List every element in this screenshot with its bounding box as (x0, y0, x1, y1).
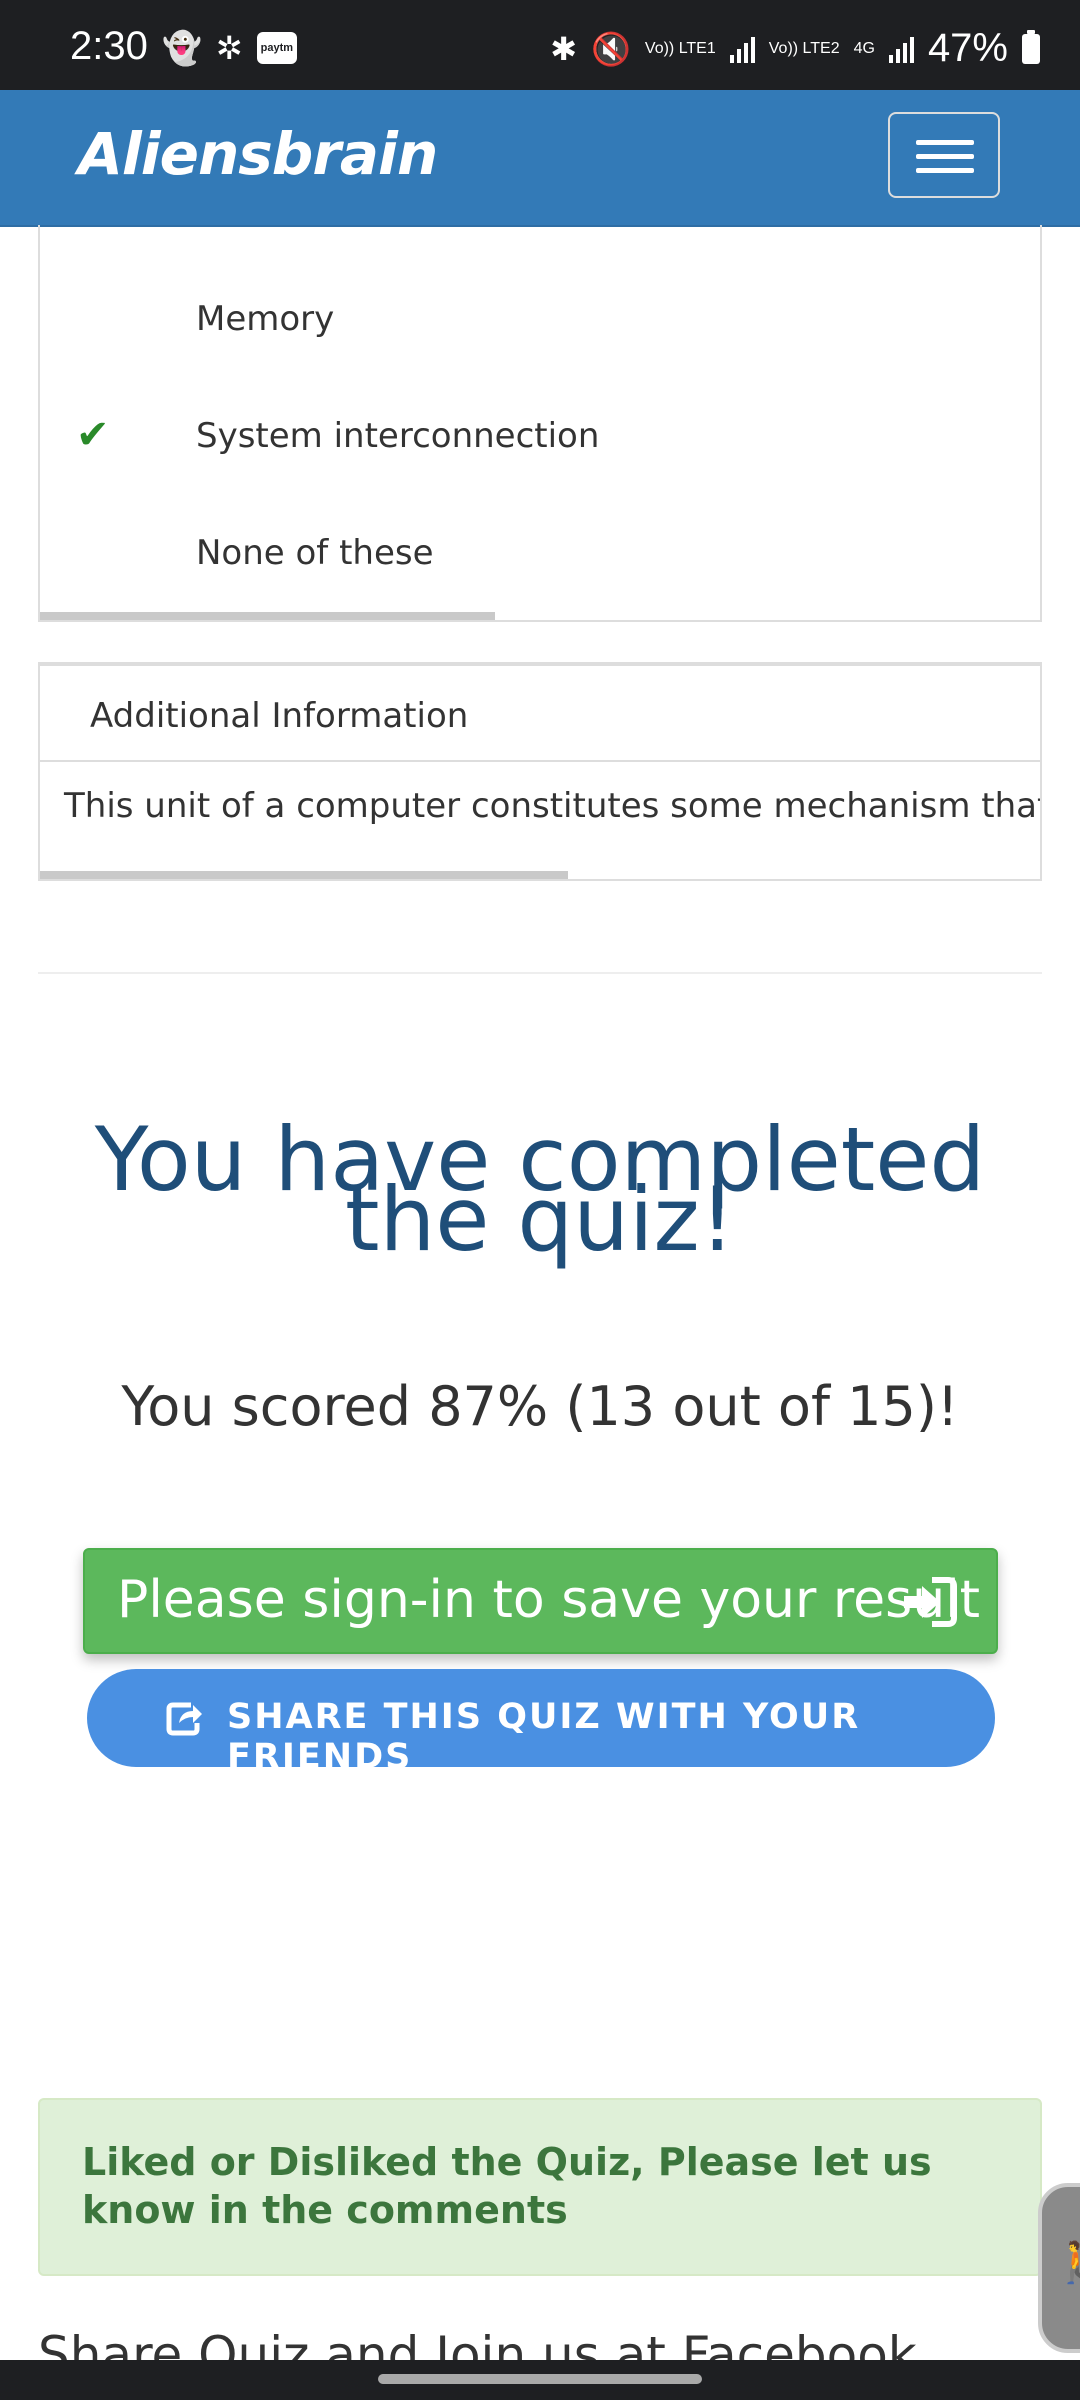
accessibility-tab[interactable]: 🚶 (1038, 2183, 1080, 2353)
sign-in-icon (904, 1577, 957, 1627)
completion-title: You have completed the quiz! (94, 1108, 986, 1271)
score-text: You scored 87% (13 out of 15)! (121, 1375, 959, 1438)
horizontal-scrollbar[interactable] (40, 612, 495, 620)
volte1-label: Vo)) LTE1 (644, 39, 716, 57)
divider (38, 972, 1042, 974)
additional-info-heading: Additional Information (90, 696, 469, 736)
signal-icon-2 (888, 35, 914, 63)
option-label: Memory (196, 299, 335, 339)
share-icon (166, 1702, 202, 1736)
top-navbar: Aliensbrain (0, 90, 1080, 227)
paytm-icon: paytm (256, 32, 298, 64)
network-type: 4G (853, 39, 875, 57)
status-bar: 2:30 👻 ✲ paytm ✱ 🔇 Vo)) LTE1 Vo)) LTE2 4… (0, 0, 1080, 90)
notification-icons: 👻 ✲ paytm (162, 29, 298, 67)
answer-options: Memory ✔ System interconnection None of … (38, 225, 1042, 622)
signal-icon (729, 35, 755, 63)
check-icon: ✔ (76, 412, 110, 458)
additional-info-body: This unit of a computer constitutes some… (64, 786, 1042, 826)
snapchat-icon: 👻 (162, 29, 202, 67)
signin-button-label: Please sign-in to save your result (117, 1570, 981, 1630)
system-icons: ✱ 🔇 Vo)) LTE1 Vo)) LTE2 4G 47% (550, 26, 1040, 71)
feedback-text: Liked or Disliked the Quiz, Please let u… (82, 2140, 932, 2232)
hamburger-menu-icon[interactable] (888, 112, 1000, 198)
bluetooth-icon: ✱ (550, 30, 578, 67)
system-nav-bar (0, 2360, 1080, 2400)
additional-info-header: Additional Information (40, 666, 1040, 762)
additional-info-panel: Additional Information This unit of a co… (38, 662, 1042, 881)
accessibility-icon: 🚶 (1052, 2240, 1080, 2286)
mute-icon: 🔇 (591, 30, 631, 67)
volte2-label: Vo)) LTE2 (768, 39, 840, 57)
brand-logo[interactable]: Aliensbrain (78, 120, 438, 188)
option-label: System interconnection (196, 416, 600, 456)
signin-save-result-button[interactable]: Please sign-in to save your result (83, 1548, 998, 1654)
option-item: None of these (40, 525, 1040, 585)
share-button-label: SHARE THIS QUIZ WITH YOUR FRIENDS (227, 1697, 861, 1777)
home-gesture-bar[interactable] (378, 2374, 702, 2384)
battery-percent: 47% (927, 26, 1008, 70)
feedback-alert: Liked or Disliked the Quiz, Please let u… (38, 2098, 1042, 2276)
app-notification-icon: ✲ (215, 29, 243, 67)
option-item: Memory (40, 291, 1040, 351)
status-time: 2:30 (70, 24, 148, 68)
share-quiz-button[interactable]: SHARE THIS QUIZ WITH YOUR FRIENDS (87, 1669, 995, 1777)
option-item-correct: ✔ System interconnection (40, 408, 1040, 468)
battery-icon (1022, 29, 1040, 64)
horizontal-scrollbar[interactable] (40, 871, 568, 879)
option-label: None of these (196, 533, 434, 573)
